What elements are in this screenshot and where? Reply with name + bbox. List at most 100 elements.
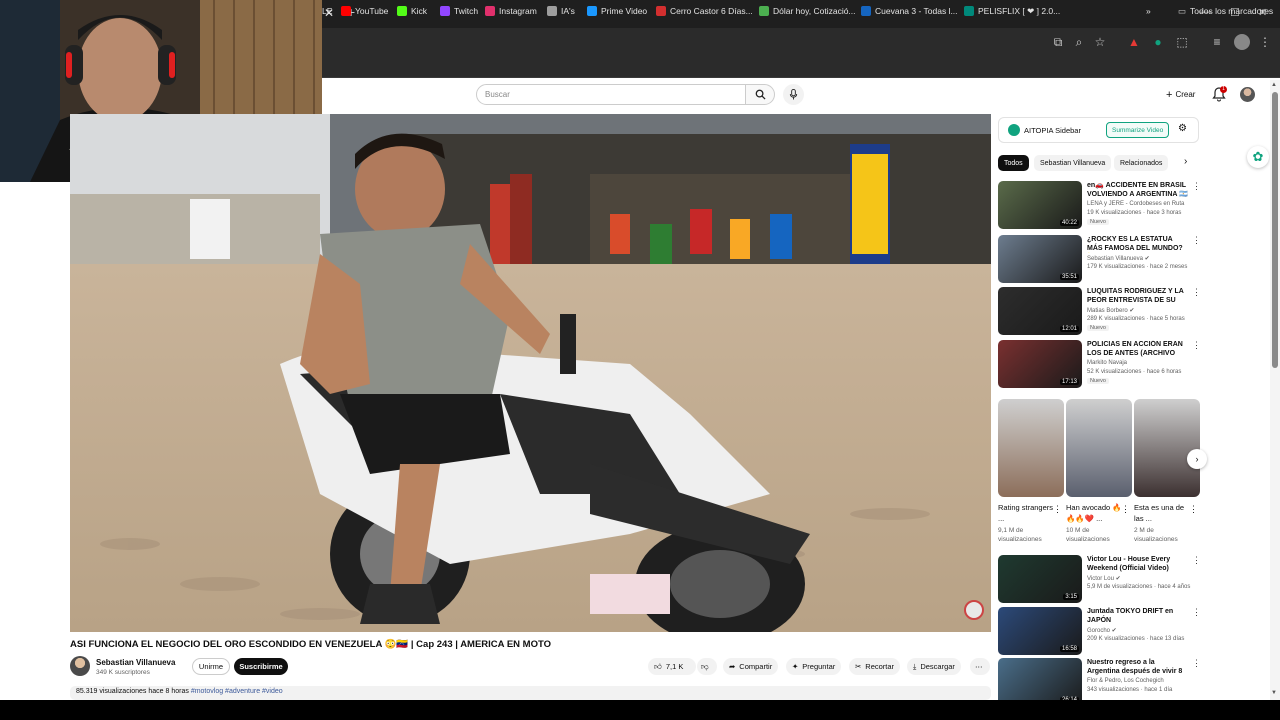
ask-button[interactable]: ✦ Preguntar <box>786 658 842 675</box>
more-options-icon[interactable]: ⋮ <box>1192 555 1201 566</box>
recommended-channel[interactable]: LENA y JERE - Cordobeses en Ruta <box>1087 201 1184 207</box>
search-button[interactable] <box>745 84 775 105</box>
scrollbar-thumb[interactable] <box>1272 92 1278 368</box>
recommended-title[interactable]: Nuestro regreso a la Argentina después d… <box>1087 658 1189 676</box>
scroll-down-icon[interactable]: ▼ <box>1271 690 1277 696</box>
bookmark-youtube[interactable]: YouTube <box>341 3 388 19</box>
recommended-title[interactable]: POLICIAS EN ACCIÓN ERAN LOS DE ANTES (AR… <box>1087 340 1189 358</box>
short-more-icon[interactable]: ⋮ <box>1121 504 1130 515</box>
bookmark-instagram[interactable]: Instagram <box>485 3 537 19</box>
recommended-title[interactable]: Victor Lou - House Every Weekend (Offici… <box>1087 555 1189 573</box>
channel-avatar[interactable] <box>70 656 90 676</box>
more-options-icon[interactable]: ⋮ <box>1192 340 1201 351</box>
instagram-favicon-icon <box>485 6 495 16</box>
scroll-up-icon[interactable]: ▲ <box>1271 82 1277 88</box>
zoom-icon[interactable]: ⌕ <box>1071 34 1087 50</box>
bookmark-prime-video[interactable]: Prime Video <box>587 3 647 19</box>
short-thumbnail[interactable] <box>998 399 1064 497</box>
extensions-icon[interactable]: ⬚ <box>1174 34 1190 50</box>
channel-name[interactable]: Sebastian Villanueva <box>96 658 175 667</box>
chips-next-icon[interactable]: › <box>1184 156 1187 167</box>
chip-channel[interactable]: Sebastian Villanueva <box>1034 155 1112 171</box>
browser-menu-icon[interactable]: ⋮ <box>1257 34 1273 50</box>
clip-button[interactable]: ✂ Recortar <box>849 658 901 675</box>
recommended-channel[interactable]: Markito Navaja <box>1087 360 1127 366</box>
bookmarks-overflow-button[interactable]: » <box>1146 3 1151 19</box>
account-avatar[interactable] <box>1240 87 1255 102</box>
subscribe-button[interactable]: Suscribirme <box>234 658 288 675</box>
chevron-right-icon: › <box>1195 454 1199 464</box>
video-thumbnail[interactable]: 16:58 <box>998 607 1082 655</box>
short-thumbnail[interactable] <box>1134 399 1200 497</box>
recommended-channel[interactable]: Flor & Pedro, Los Cochegich <box>1087 678 1164 684</box>
dislike-button[interactable]: 👎︎ <box>697 658 717 675</box>
chip-related[interactable]: Relacionados <box>1114 155 1169 171</box>
short-thumbnail[interactable] <box>1066 399 1132 497</box>
create-button[interactable]: + Crear <box>1160 86 1201 103</box>
reading-list-icon[interactable]: ≡ <box>1209 34 1225 50</box>
more-options-icon[interactable]: ⋮ <box>1192 607 1201 618</box>
recommended-title[interactable]: en🚗 ACCIDENTE EN BRASIL VOLVIENDO A ARGE… <box>1087 181 1189 199</box>
recommended-channel[interactable]: Gorocho ✔ <box>1087 627 1117 634</box>
chatgpt-float-icon[interactable]: ✿ <box>1247 146 1269 168</box>
short-title[interactable]: Rating strangers ... <box>998 502 1054 524</box>
bookmark-twitch[interactable]: Twitch <box>440 3 478 19</box>
recommended-video[interactable]: 3:15 Victor Lou - House Every Weekend (Of… <box>998 555 1201 605</box>
more-actions-button[interactable]: ⋯ <box>970 658 990 675</box>
search-input[interactable]: Buscar <box>476 84 746 105</box>
short-more-icon[interactable]: ⋮ <box>1189 504 1198 515</box>
like-button[interactable]: 👍︎ 7,1 K <box>648 658 696 675</box>
video-thumbnail[interactable]: 3:15 <box>998 555 1082 603</box>
recommended-video[interactable]: 40:22 en🚗 ACCIDENTE EN BRASIL VOLVIENDO A… <box>998 181 1201 231</box>
recommended-title[interactable]: Juntada TOKYO DRIFT en JAPÓN <box>1087 607 1189 625</box>
bookmark-ias[interactable]: IA's <box>547 3 575 19</box>
duration-badge: 12:01 <box>1059 326 1079 332</box>
recommended-video[interactable]: 12:01 LUQUITAS RODRIGUEZ Y LA PEOR ENTREV… <box>998 287 1201 337</box>
video-player[interactable] <box>70 114 991 632</box>
pdf-extension-icon[interactable]: ▲ <box>1126 34 1142 50</box>
bookmark-cuevana[interactable]: Cuevana 3 - Todas l... <box>861 3 958 19</box>
more-options-icon[interactable]: ⋮ <box>1192 235 1201 246</box>
share-button[interactable]: ➦ Compartir <box>723 658 779 675</box>
recommended-video[interactable]: 16:58 Juntada TOKYO DRIFT en JAPÓN Gorocho… <box>998 607 1201 657</box>
bookmark-dolar-hoy[interactable]: Dólar hoy, Cotizació... <box>759 3 856 19</box>
recommended-channel[interactable]: Sebastian Villanueva ✔ <box>1087 255 1150 262</box>
bookmark-star-icon[interactable]: ☆ <box>1092 34 1108 50</box>
description-box[interactable]: 85.319 visualizaciones hace 8 horas #mot… <box>70 686 991 700</box>
all-bookmarks-folder[interactable]: ▭ Todos los marcadores <box>1178 3 1273 19</box>
hashtags[interactable]: #motovlog #adventure #video <box>191 688 283 695</box>
voice-search-button[interactable] <box>783 84 804 105</box>
bookmark-pelisflix[interactable]: PELISFLIX [ ❤ ] 2.0... <box>964 3 1060 19</box>
bookmark-le[interactable]: LE <box>322 3 332 19</box>
download-button[interactable]: ⤓ Descargar <box>907 658 961 675</box>
recommended-title[interactable]: LUQUITAS RODRIGUEZ Y LA PEOR ENTREVISTA … <box>1087 287 1189 305</box>
more-options-icon[interactable]: ⋮ <box>1192 181 1201 192</box>
short-title[interactable]: Han avocado 🔥🔥🔥❤️ ... <box>1066 502 1122 524</box>
chip-todos[interactable]: Todos <box>998 155 1029 171</box>
video-thumbnail[interactable]: 40:22 <box>998 181 1082 229</box>
profile-avatar-icon[interactable] <box>1234 34 1250 50</box>
gpt-extension-icon[interactable]: ● <box>1150 34 1166 50</box>
bookmark-cerro-castor[interactable]: Cerro Castor 6 Días... <box>656 3 753 19</box>
channel-watermark-icon[interactable] <box>964 600 984 620</box>
more-options-icon[interactable]: ⋮ <box>1192 287 1201 298</box>
install-app-icon[interactable]: ⧉ <box>1050 34 1066 50</box>
join-button[interactable]: Unirme <box>192 658 230 675</box>
short-more-icon[interactable]: ⋮ <box>1053 504 1062 515</box>
video-thumbnail[interactable]: 17:13 <box>998 340 1082 388</box>
summarize-video-button[interactable]: Summarize Video <box>1106 122 1170 138</box>
video-thumbnail[interactable]: 12:01 <box>998 287 1082 335</box>
short-title[interactable]: Esta es una de las ... <box>1134 502 1190 524</box>
cuevana-favicon-icon <box>861 6 871 16</box>
more-options-icon[interactable]: ⋮ <box>1192 658 1201 669</box>
bookmark-kick[interactable]: Kick <box>397 3 427 19</box>
settings-gear-icon[interactable]: ⚙ <box>1178 123 1187 134</box>
recommended-title[interactable]: ¿ROCKY ES LA ESTATUA MÁS FAMOSA DEL MUND… <box>1087 235 1189 253</box>
shorts-next-button[interactable]: › <box>1187 449 1207 469</box>
video-thumbnail[interactable]: 35:51 <box>998 235 1082 283</box>
recommended-channel[interactable]: Matias Borbero ✔ <box>1087 307 1134 314</box>
video-thumbnail[interactable]: 26:14 <box>998 658 1082 706</box>
recommended-video[interactable]: 17:13 POLICIAS EN ACCIÓN ERAN LOS DE ANTE… <box>998 340 1201 390</box>
recommended-video[interactable]: 35:51 ¿ROCKY ES LA ESTATUA MÁS FAMOSA DEL… <box>998 235 1201 285</box>
recommended-channel[interactable]: Victor Lou ✔ <box>1087 575 1121 582</box>
